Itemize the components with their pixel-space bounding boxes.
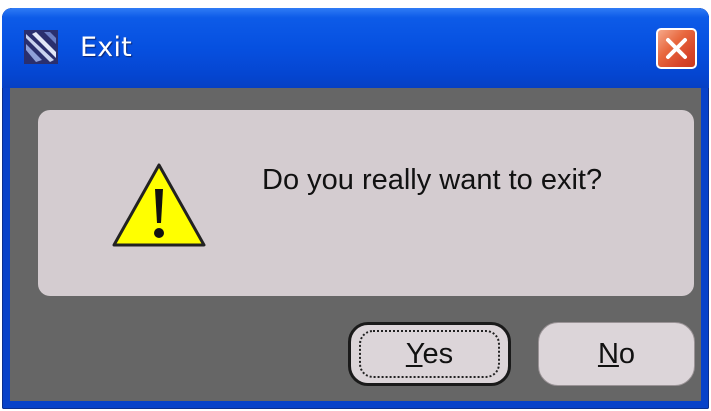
yes-label-rest: es [422, 338, 454, 370]
no-label-rest: o [618, 338, 636, 370]
java-cup-icon [24, 30, 58, 64]
no-button[interactable]: No [538, 322, 695, 386]
yes-mnemonic: Y [405, 338, 423, 370]
message-panel: Do you really want to exit? [38, 110, 694, 296]
no-mnemonic: N [597, 338, 619, 370]
exit-dialog-window: Exit Do you really want to exit? Yes No [2, 8, 709, 409]
close-button[interactable] [656, 28, 697, 69]
yes-button-label: Yes [406, 338, 453, 370]
title-bar[interactable]: Exit [2, 8, 709, 88]
yes-button[interactable]: Yes [348, 322, 511, 386]
dialog-body: Do you really want to exit? Yes No [10, 88, 701, 401]
no-button-label: No [598, 338, 635, 370]
window-title: Exit [80, 32, 132, 63]
warning-icon [112, 163, 206, 247]
dialog-message: Do you really want to exit? [262, 164, 603, 196]
close-icon [666, 38, 687, 59]
